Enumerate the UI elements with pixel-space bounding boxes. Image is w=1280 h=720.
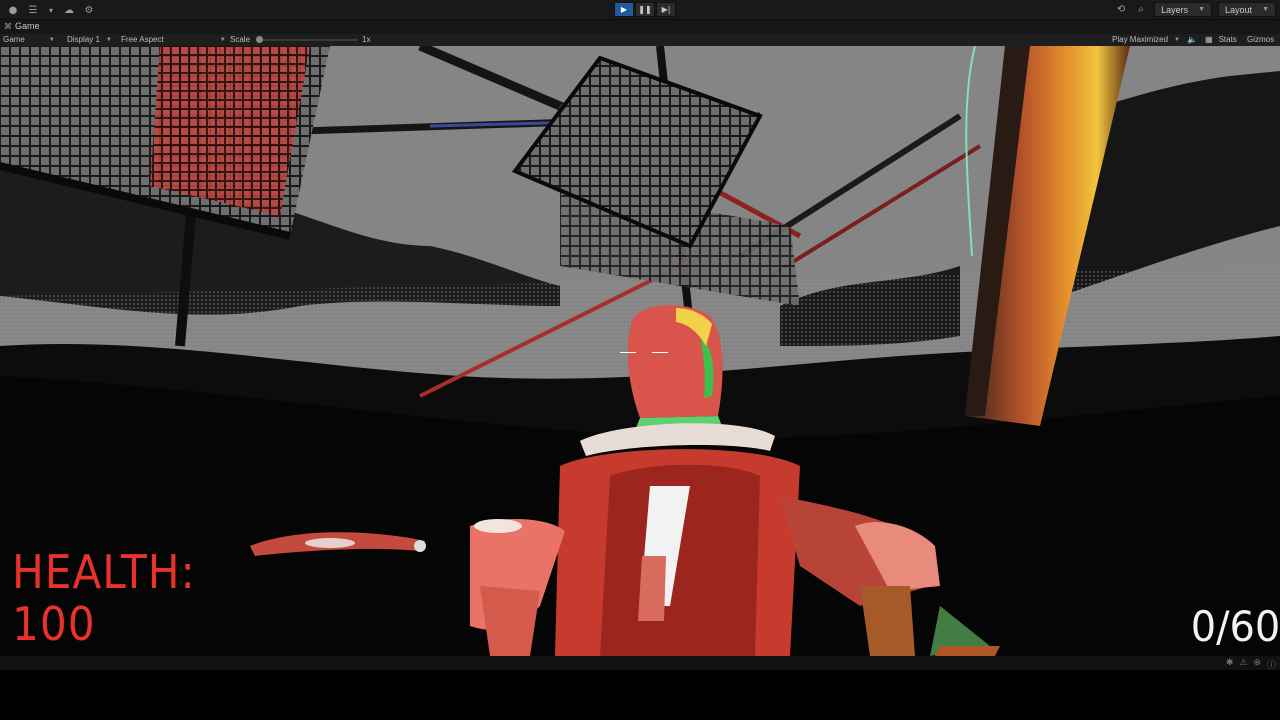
crosshair	[620, 349, 668, 357]
bottom-status-strip: ✱ ⚠ ⊗ ⓘ	[0, 656, 1280, 671]
stats-button[interactable]: ▦ Stats	[1205, 35, 1237, 44]
chevron-down-icon[interactable]: ▾	[46, 3, 56, 17]
account-icon[interactable]: ●	[6, 3, 20, 17]
mode-dropdown[interactable]: Game ▼	[3, 35, 55, 44]
chevron-down-icon: ▼	[219, 36, 226, 43]
tab-game-label: Game	[15, 21, 40, 31]
speaker-icon: 🔈	[1187, 35, 1197, 44]
layers-dropdown[interactable]: Layers ▼	[1154, 2, 1213, 17]
scale-value: 1x	[362, 35, 371, 44]
mute-audio-button[interactable]: 🔈	[1187, 35, 1197, 44]
editor-toolbar: ● ☰ ▾ ☁ ⚙ ▶ ❚❚ ▶| ⟲ ⌕ Layers ▼ Layout ▼	[0, 0, 1280, 20]
chevron-down-icon: ▼	[1174, 36, 1180, 43]
menu-icon[interactable]: ☰	[26, 3, 40, 17]
health-value: 100	[12, 597, 96, 651]
layers-label: Layers	[1161, 4, 1189, 15]
cloud-icon[interactable]: ☁	[62, 3, 76, 17]
grid-icon: ▦	[1205, 35, 1213, 44]
scale-value-wrap: 1x	[362, 35, 370, 44]
health-display: HEALTH: 100	[12, 546, 196, 650]
ammo-counter: 0/60	[1190, 602, 1280, 651]
scale-label-wrap: Scale	[230, 35, 250, 44]
chevron-down-icon: ▼	[1198, 6, 1206, 13]
play-mode-label: Play Maximized	[1112, 35, 1169, 44]
chevron-down-icon: ▼	[1262, 6, 1269, 13]
tab-bar: ⌘ Game	[0, 20, 1280, 34]
play-controls: ▶ ❚❚ ▶|	[614, 2, 676, 17]
step-button[interactable]: ▶|	[656, 2, 676, 17]
scale-label: Scale	[230, 35, 251, 44]
letterbox-area	[0, 670, 1280, 720]
toolbar-right: ⟲ ⌕ Layers ▼ Layout ▼	[1114, 2, 1276, 17]
play-button[interactable]: ▶	[614, 2, 634, 17]
game-viewport[interactable]: HEALTH: 100 0/60	[0, 46, 1280, 656]
crosshair-left	[620, 352, 636, 353]
play-mode-dropdown[interactable]: Play Maximized ▼	[1112, 35, 1180, 44]
step-icon: ▶|	[661, 5, 671, 14]
scale-slider-track[interactable]	[258, 39, 358, 41]
search-icon[interactable]: ⌕	[1134, 3, 1148, 17]
pause-icon: ❚❚	[638, 5, 652, 14]
tab-game[interactable]: ⌘ Game	[4, 21, 40, 31]
chevron-down-icon: ▼	[105, 36, 112, 43]
aspect-dropdown[interactable]: Free Aspect ▼	[121, 35, 226, 44]
play-icon: ▶	[620, 5, 628, 14]
layout-label: Layout	[1225, 4, 1253, 15]
layout-dropdown[interactable]: Layout ▼	[1218, 2, 1276, 17]
display-dropdown[interactable]: Display 1 ▼	[67, 35, 112, 44]
gamepad-icon: ⌘	[4, 21, 12, 31]
crosshair-right	[652, 352, 668, 353]
scale-slider-handle[interactable]	[256, 36, 263, 43]
pause-button[interactable]: ❚❚	[635, 2, 655, 17]
toolbar-left: ● ☰ ▾ ☁ ⚙	[6, 3, 96, 17]
gizmos-label: Gizmos	[1247, 35, 1275, 44]
health-label: HEALTH:	[12, 545, 196, 599]
settings-icon[interactable]: ⚙	[82, 3, 96, 17]
history-icon[interactable]: ⟲	[1114, 3, 1128, 17]
chevron-down-icon: ▼	[48, 36, 55, 43]
display-label: Display 1	[67, 35, 100, 44]
mode-label: Game	[3, 35, 25, 44]
gizmos-button[interactable]: Gizmos	[1247, 35, 1274, 44]
aspect-label: Free Aspect	[121, 35, 164, 44]
stats-label: Stats	[1218, 35, 1237, 44]
game-view-controls: Game ▼ Display 1 ▼ Free Aspect ▼ Scale 1…	[0, 34, 1280, 46]
